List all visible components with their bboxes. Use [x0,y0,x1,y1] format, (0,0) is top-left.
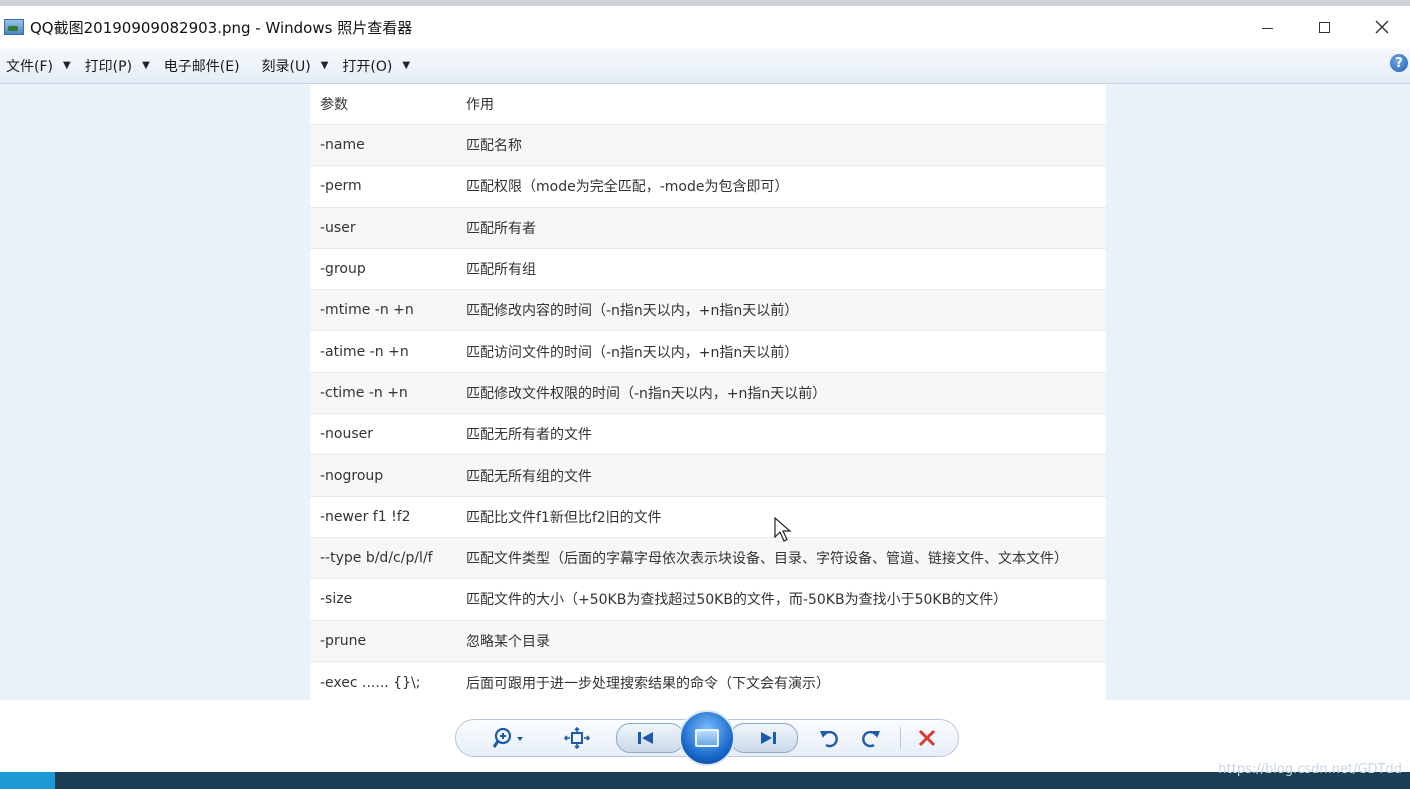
desc-cell: 匹配无所有者的文件 [466,427,592,444]
param-cell: -atime -n +n [320,343,409,360]
previous-button[interactable] [616,723,684,753]
mouse-cursor-icon [774,517,792,542]
table-row: -newer f1 !f2 匹配比文件f1新但比f2旧的文件 [310,497,1106,538]
param-cell: -newer f1 !f2 [320,508,411,525]
desc-cell: 匹配权限（mode为完全匹配，-mode为包含即可） [466,179,789,196]
delete-button[interactable] [912,720,942,756]
rotate-right-button[interactable] [856,720,886,756]
param-cell: -nouser [320,426,374,443]
zoom-icon [493,727,523,748]
desc-cell: 匹配所有者 [466,220,536,237]
photo-viewer-app-icon [4,19,24,35]
menu-open[interactable]: 打开(O) ▼ [336,48,418,83]
next-button[interactable] [730,723,798,753]
menu-file[interactable]: 文件(F) ▼ [0,48,79,83]
taskbar [0,772,1410,789]
param-cell: -exec ...... {}\; [320,674,421,691]
param-cell: --type b/d/c/p/l/f [320,550,433,567]
rotate-left-icon [820,730,838,748]
chevron-down-icon: ▼ [142,60,150,71]
title-bar[interactable]: QQ截图20190909082903.png - Windows 照片查看器 [0,0,1410,48]
menu-bar: 文件(F) ▼ 打印(P) ▼ 电子邮件(E) 刻录(U) ▼ 打开(O) ▼ … [0,48,1410,84]
param-cell: -prune [320,632,367,649]
param-cell: -perm [320,178,362,195]
menu-burn-label: 刻录(U) [261,58,311,75]
slideshow-icon [695,729,719,747]
previous-icon [638,732,653,744]
table-row: --type b/d/c/p/l/f 匹配文件类型（后面的字幕字母依次表示块设备、… [310,537,1106,580]
image-viewport[interactable]: 参数 作用 -name 匹配名称 -perm 匹配权限（mode为完全匹配，-mod… [0,84,1410,700]
desc-cell: 后面可跟用于进一步处理搜索结果的命令（下文会有演示） [466,675,830,692]
toolbar-divider [900,727,901,749]
start-button[interactable] [0,772,55,789]
minimize-icon [1262,27,1273,29]
fit-window-button[interactable] [560,720,594,756]
table-row: -user 匹配所有者 [310,207,1106,249]
param-cell: -name [320,137,365,154]
desc-cell: 匹配修改文件权限的时间（-n指n天以内，+n指n天以前） [466,385,827,402]
table-row: -size 匹配文件的大小（+50KB为查找超过50KB的文件，而-50KB为查找… [310,579,1106,621]
minimize-button[interactable] [1239,6,1296,48]
menu-email-label: 电子邮件(E) [163,58,240,75]
maximize-button[interactable] [1296,6,1353,48]
slideshow-button[interactable] [679,710,735,766]
fit-window-icon [564,727,590,749]
param-cell: -nogroup [320,467,384,484]
viewer-toolbar [0,700,1410,772]
table-row: -atime -n +n 匹配访问文件的时间（-n指n天以内，+n指n天以前） [310,331,1106,373]
menu-open-label: 打开(O) [342,58,393,75]
close-button[interactable] [1353,6,1410,48]
rotate-left-button[interactable] [814,720,844,756]
chevron-down-icon: ▼ [62,60,71,71]
chevron-down-icon: ▼ [402,60,411,71]
menu-print-label: 打印(P) [84,58,133,75]
table-header-row: 参数 作用 [310,84,1106,125]
param-cell: -user [320,219,356,236]
watermark-text: https://blog.csdn.net/GDTdd [1218,762,1402,777]
desc-cell: 忽略某个目录 [466,633,550,650]
rotate-right-icon [862,730,880,748]
table-header-desc: 作用 [466,97,494,113]
table-row: -exec ...... {}\; 后面可跟用于进一步处理搜索结果的命令（下文会有… [310,662,1106,700]
table-row: -ctime -n +n 匹配修改文件权限的时间（-n指n天以内，+n指n天以前） [310,372,1106,415]
menu-email[interactable]: 电子邮件(E) [158,48,248,83]
delete-icon [918,729,936,747]
desc-cell: 匹配无所有组的文件 [466,468,592,485]
desc-cell: 匹配名称 [466,138,522,155]
chevron-down-icon: ▼ [320,60,329,71]
table-row: -nogroup 匹配无所有组的文件 [310,455,1106,497]
close-icon [1375,20,1388,34]
table-row: -mtime -n +n 匹配修改内容的时间（-n指n天以内，+n指n天以前） [310,290,1106,332]
param-cell: -size [320,591,353,608]
menu-print[interactable]: 打印(P) ▼ [79,48,158,83]
table-row: -group 匹配所有组 [310,249,1106,291]
param-cell: -mtime -n +n [320,302,414,319]
table-row: -name 匹配名称 [310,125,1106,167]
desc-cell: 匹配文件的大小（+50KB为查找超过50KB的文件，而-50KB为查找小于50K… [466,592,1008,609]
desc-cell: 匹配访问文件的时间（-n指n天以内，+n指n天以前） [466,344,799,361]
toolbar-pill [455,710,959,766]
menu-burn[interactable]: 刻录(U) ▼ [256,48,337,83]
menu-file-label: 文件(F) [6,58,53,75]
window-controls [1239,6,1410,48]
table-row: -nouser 匹配无所有者的文件 [310,414,1106,456]
desc-cell: 匹配修改内容的时间（-n指n天以内，+n指n天以前） [466,303,799,320]
table-row: -prune 忽略某个目录 [310,620,1106,662]
zoom-button[interactable] [488,720,532,756]
window-title: QQ截图20190909082903.png - Windows 照片查看器 [30,18,413,37]
displayed-image: 参数 作用 -name 匹配名称 -perm 匹配权限（mode为完全匹配，-mod… [310,84,1106,700]
desc-cell: 匹配所有组 [466,262,536,279]
desc-cell: 匹配文件类型（后面的字幕字母依次表示块设备、目录、字符设备、管道、链接文件、文本… [466,551,1068,568]
table-header-param: 参数 [320,97,348,113]
param-cell: -ctime -n +n [320,384,408,401]
help-icon[interactable]: ? [1390,54,1408,72]
table-row: -perm 匹配权限（mode为完全匹配，-mode为包含即可） [310,166,1106,208]
next-icon [761,732,776,744]
maximize-icon [1319,21,1330,33]
param-cell: -group [320,261,366,278]
